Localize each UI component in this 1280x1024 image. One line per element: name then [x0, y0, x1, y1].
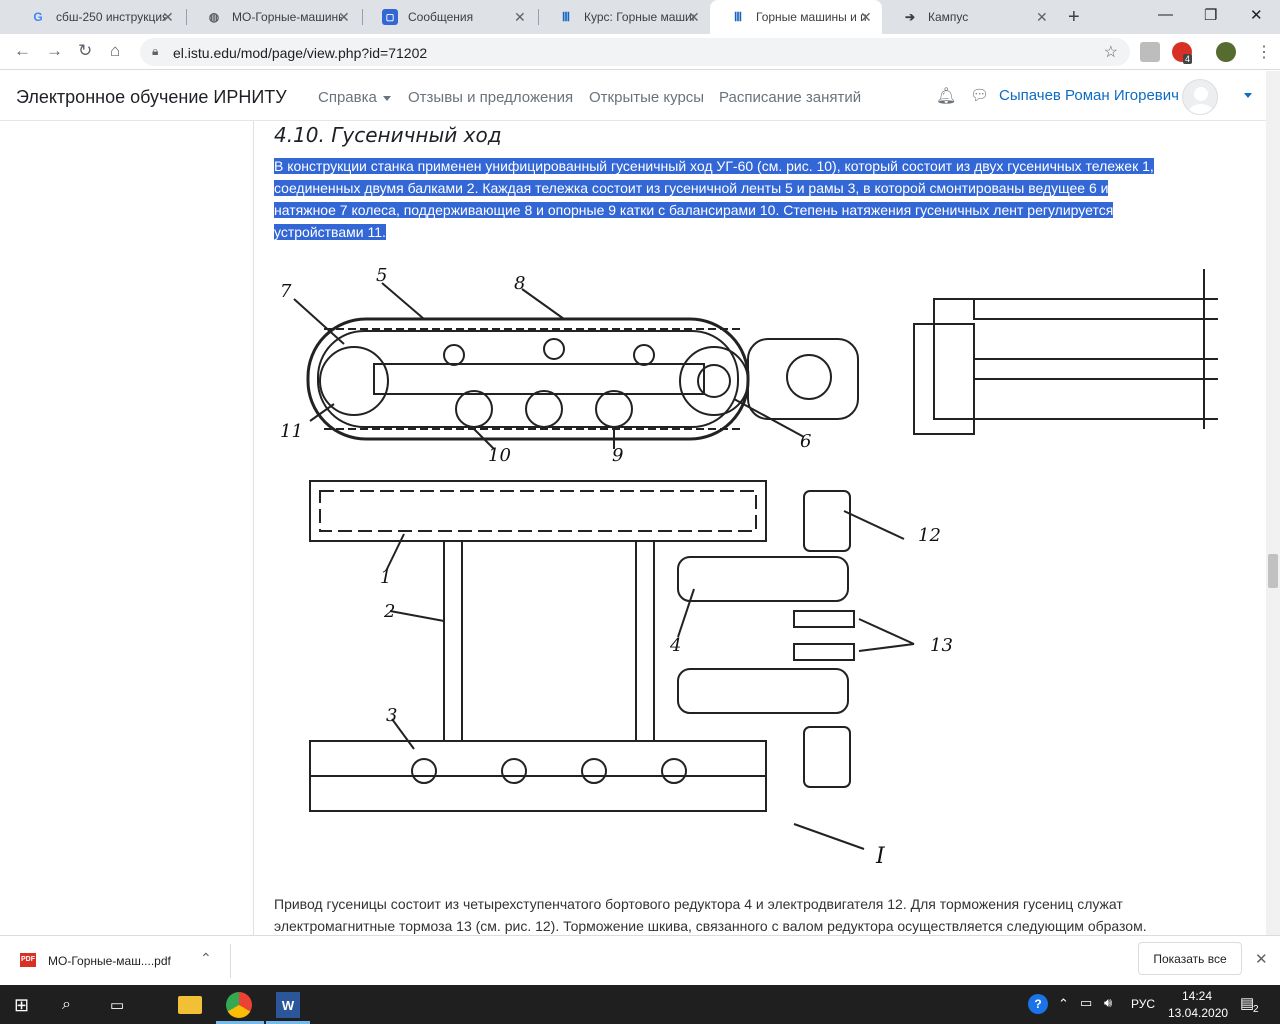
- site-brand[interactable]: Электронное обучение ИРНИТУ: [16, 87, 287, 108]
- language-indicator[interactable]: РУС: [1131, 997, 1155, 1011]
- arrow-circle-icon: ➔: [904, 10, 916, 24]
- tab-1[interactable]: G сбш-250 инструкция ✕: [10, 0, 186, 34]
- menu-feedback[interactable]: Отзывы и предложения: [408, 89, 573, 106]
- figure-label-4: 4: [669, 635, 681, 656]
- pdf-file-icon: PDF: [20, 953, 36, 967]
- figure-label-11: 11: [280, 421, 303, 442]
- download-item-label[interactable]: МО-Горные-маш....pdf: [48, 954, 171, 968]
- moodle-icon: Ⅲ: [561, 10, 571, 24]
- clock-time[interactable]: 14:24: [1182, 989, 1212, 1003]
- crawler-drawing-figure: 7 5 8 11 10 9 6 12 1 2 4 13 3 I: [280, 265, 1218, 869]
- menu-schedule[interactable]: Расписание занятий: [719, 89, 861, 106]
- selected-paragraph: В конструкции станка применен унифициров…: [274, 158, 1154, 240]
- reload-button[interactable]: ↻: [78, 41, 92, 61]
- close-icon[interactable]: ✕: [338, 9, 350, 26]
- user-name[interactable]: Сыпачев Роман Игоревич: [999, 87, 1179, 104]
- network-icon[interactable]: ▭: [1080, 995, 1092, 1011]
- home-button[interactable]: ⌂: [110, 41, 120, 61]
- word-icon[interactable]: W: [276, 992, 300, 1018]
- figure-label-6: 6: [800, 431, 811, 452]
- figure-label-3: 3: [386, 705, 397, 726]
- figure-label-9: 9: [612, 445, 623, 466]
- figure-label-8: 8: [514, 273, 525, 294]
- tab-4[interactable]: Ⅲ Курс: Горные машины ✕: [538, 0, 710, 34]
- url-text[interactable]: el.istu.edu/mod/page/view.php?id=71202: [173, 45, 427, 61]
- minimize-button[interactable]: —: [1158, 6, 1173, 23]
- tab-5-active[interactable]: Ⅲ Горные машины и п ✕: [710, 0, 882, 34]
- figure-label-2: 2: [383, 601, 395, 622]
- file-explorer-icon[interactable]: [178, 996, 202, 1014]
- tab-strip: G сбш-250 инструкция ✕ ◍ МО-Горные-машин…: [0, 0, 1280, 34]
- google-icon: G: [33, 10, 43, 24]
- extension-icon[interactable]: [1140, 42, 1160, 62]
- close-icon[interactable]: ✕: [1036, 9, 1048, 26]
- menu-help[interactable]: Справка: [318, 89, 391, 106]
- bookmark-star-icon[interactable]: ☆: [1104, 42, 1118, 62]
- back-button[interactable]: ←: [14, 41, 31, 61]
- tab-6[interactable]: ➔ Кампус ✕: [882, 0, 1058, 34]
- avatar[interactable]: [1182, 79, 1218, 115]
- page-content: 4.10. Гусеничный ход В конструкции станк…: [254, 121, 1266, 935]
- left-drawer: [0, 121, 254, 935]
- chrome-menu-icon[interactable]: ⋮: [1256, 42, 1272, 62]
- download-bar: МО-Горные-маш....pdf ⌃ ✕: [0, 935, 1280, 985]
- close-icon[interactable]: ✕: [514, 9, 526, 26]
- extension-badge: 4: [1183, 54, 1193, 64]
- show-all-downloads-button[interactable]: Показать все: [1138, 942, 1242, 975]
- figure-label-I: I: [875, 844, 886, 869]
- tab-2[interactable]: ◍ МО-Горные-машины ✕: [186, 0, 362, 34]
- notification-count: 2: [1253, 1004, 1259, 1015]
- messages-icon[interactable]: 💬︎: [970, 86, 989, 104]
- volume-icon[interactable]: 🔊︎: [1104, 995, 1112, 1011]
- paragraph-drive: Привод гусеницы состоит из четырехступен…: [274, 896, 1147, 934]
- lock-icon: 🔒︎: [152, 44, 159, 58]
- chat-icon: ▢: [382, 9, 398, 25]
- forward-button[interactable]: →: [46, 41, 63, 61]
- section-title: 4.10. Гусеничный ход: [274, 123, 502, 147]
- figure-label-12: 12: [918, 525, 941, 546]
- close-icon[interactable]: ✕: [860, 9, 872, 26]
- task-view-icon[interactable]: ▭: [110, 992, 124, 1018]
- tab-3[interactable]: ▢ Сообщения ✕: [362, 0, 538, 34]
- maximize-button[interactable]: ❐: [1204, 6, 1217, 24]
- page-scrollbar[interactable]: [1266, 71, 1280, 935]
- scrollbar-thumb[interactable]: [1268, 554, 1278, 588]
- clock-date[interactable]: 13.04.2020: [1168, 1006, 1228, 1020]
- figure-label-7: 7: [280, 281, 292, 302]
- close-icon[interactable]: ✕: [688, 9, 700, 26]
- user-menu-caret-icon[interactable]: [1244, 93, 1252, 98]
- globe-icon: ◍: [208, 10, 220, 24]
- help-icon[interactable]: ?: [1028, 994, 1048, 1014]
- search-icon[interactable]: ⌕: [62, 992, 71, 1018]
- figure-label-10: 10: [488, 445, 511, 466]
- new-tab-button[interactable]: +: [1068, 6, 1080, 29]
- windows-start-icon[interactable]: ⊞: [14, 992, 29, 1018]
- site-navbar: Электронное обучение ИРНИТУ Справка Отзы…: [0, 71, 1266, 121]
- figure-label-1: 1: [380, 567, 391, 588]
- bell-icon[interactable]: 🔔︎: [936, 86, 956, 106]
- figure-label-5: 5: [376, 265, 387, 286]
- browser-toolbar: ← → ↻ ⌂ 🔒︎ el.istu.edu/mod/page/view.php…: [0, 34, 1280, 70]
- profile-avatar-icon[interactable]: [1216, 42, 1236, 62]
- address-bar[interactable]: 🔒︎ el.istu.edu/mod/page/view.php?id=7120…: [140, 38, 1130, 66]
- menu-open-courses[interactable]: Открытые курсы: [589, 89, 704, 106]
- chrome-icon[interactable]: [226, 992, 252, 1018]
- chevron-up-icon[interactable]: ⌃: [200, 950, 212, 967]
- close-icon[interactable]: ✕: [162, 9, 174, 26]
- figure-label-13: 13: [930, 635, 953, 656]
- close-window-button[interactable]: ✕: [1250, 6, 1263, 24]
- close-download-bar-icon[interactable]: ✕: [1255, 950, 1268, 968]
- moodle-icon: Ⅲ: [733, 10, 743, 24]
- tray-chevron-icon[interactable]: ⌃: [1058, 996, 1069, 1012]
